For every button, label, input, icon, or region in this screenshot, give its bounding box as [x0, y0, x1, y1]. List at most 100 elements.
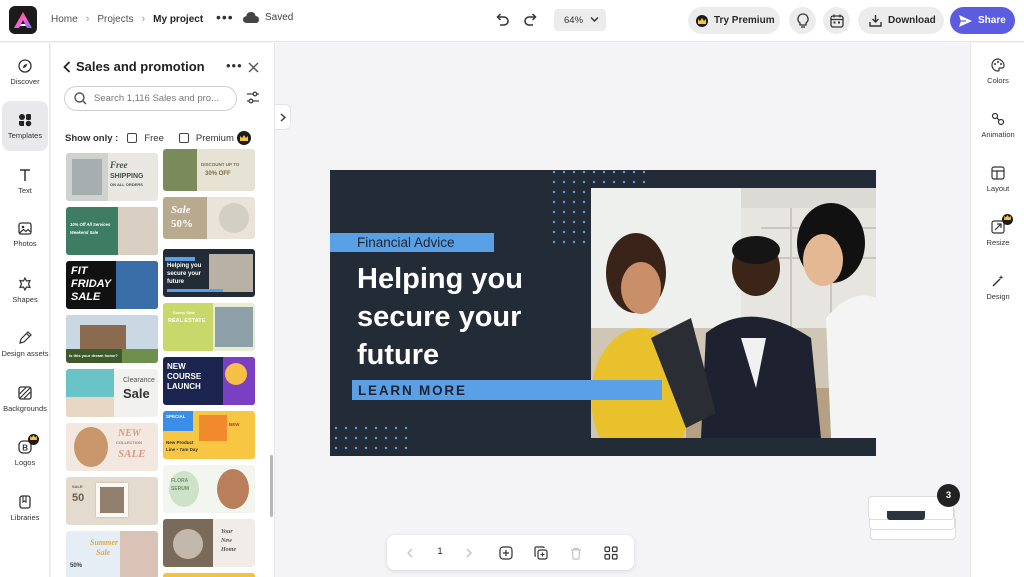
left-nav-rail: Discover Templates Text Photos Shapes De… — [0, 43, 50, 577]
template-thumbnail[interactable]: NEW COLLECTION SALE — [66, 423, 158, 471]
panel-more-icon[interactable]: ••• — [226, 58, 243, 73]
filter-sliders-icon[interactable] — [246, 91, 260, 104]
zoom-dropdown[interactable]: 64% — [554, 9, 606, 31]
panel-header: Sales and promotion — [63, 59, 205, 74]
design-cta-text[interactable]: LEARN MORE — [358, 383, 467, 398]
template-text: SALE — [71, 291, 101, 303]
template-thumbnail[interactable] — [163, 573, 255, 577]
template-thumbnail[interactable]: SALE 50 — [66, 477, 158, 525]
page-count-badge: 3 — [937, 484, 960, 507]
panel-scrollbar[interactable] — [270, 455, 273, 517]
template-text: Sale — [96, 548, 111, 557]
filter-premium[interactable]: Premium — [178, 131, 251, 145]
template-thumbnail[interactable]: 10% Off All Services Weekend Sale — [66, 207, 158, 255]
undo-icon[interactable] — [494, 11, 510, 32]
compass-icon — [18, 58, 32, 73]
rail-item-design-assets[interactable]: Design assets — [0, 319, 50, 369]
back-chevron-icon[interactable] — [63, 60, 71, 73]
design-headline[interactable]: Helping you secure your future — [357, 260, 587, 374]
rail-item-logos[interactable]: B Logos — [0, 428, 50, 478]
calendar-icon[interactable] — [823, 7, 850, 34]
design-canvas[interactable]: Financial Advice Helping you secure your… — [330, 170, 876, 456]
try-premium-label: Try Premium — [714, 15, 775, 26]
template-thumbnail[interactable]: Is this your dream home? — [66, 315, 158, 363]
zoom-value: 64% — [564, 14, 584, 26]
palette-icon — [991, 57, 1005, 72]
chevron-right-icon: › — [141, 13, 146, 25]
template-thumbnail[interactable]: FLORA SERUM — [163, 465, 255, 513]
panel-title: Sales and promotion — [76, 59, 205, 74]
rail-item-label: Design — [986, 291, 1010, 301]
rail-item-discover[interactable]: Discover — [0, 47, 50, 97]
template-thumbnail[interactable]: Sunny Side REAL ESTATE — [163, 303, 255, 351]
previous-page-icon[interactable] — [400, 544, 418, 562]
download-button[interactable]: Download — [858, 7, 944, 34]
template-text: SHIPPING — [110, 173, 144, 180]
template-thumbnail[interactable]: DISCOUNT UP TO 30% OFF — [163, 149, 255, 191]
close-icon[interactable] — [248, 62, 259, 73]
template-text: New — [221, 538, 232, 544]
template-thumbnail[interactable]: NEW COURSE LAUNCH — [163, 357, 255, 405]
redo-icon[interactable] — [523, 11, 539, 32]
breadcrumb: Home › Projects › My project — [51, 13, 203, 25]
rail-item-design[interactable]: Design — [971, 262, 1024, 312]
rail-item-text[interactable]: Text — [0, 156, 50, 206]
template-thumbnail[interactable]: Helping you secure your future — [163, 249, 255, 297]
dot-pattern-top — [552, 170, 646, 244]
try-premium-button[interactable]: Try Premium — [688, 7, 780, 34]
template-text: SALE — [72, 484, 83, 489]
rail-item-label: Text — [18, 185, 32, 195]
template-text: 50% — [70, 563, 83, 569]
duplicate-page-icon[interactable] — [532, 544, 550, 562]
rail-item-colors[interactable]: Colors — [971, 46, 1024, 96]
search-input[interactable] — [94, 93, 229, 104]
filter-free[interactable]: Free — [127, 133, 164, 144]
breadcrumb-home[interactable]: Home — [51, 14, 78, 25]
template-thumbnail[interactable]: SPECIAL NEW New Product Line • 7am Day — [163, 411, 255, 459]
template-thumbnail[interactable]: FIT FRIDAY SALE — [66, 261, 158, 309]
template-text: Sale — [171, 204, 191, 216]
text-icon — [20, 168, 30, 181]
templates-panel: Sales and promotion ••• Show only : Free… — [51, 43, 275, 577]
rail-item-shapes[interactable]: Shapes — [0, 265, 50, 315]
rail-item-animation[interactable]: Animation — [971, 100, 1024, 150]
libraries-icon — [19, 494, 31, 509]
rail-item-templates[interactable]: Templates — [2, 101, 48, 151]
rail-item-label: Logos — [14, 457, 36, 467]
premium-checkbox[interactable] — [178, 133, 189, 143]
rail-item-backgrounds[interactable]: Backgrounds — [0, 374, 50, 424]
lightbulb-icon[interactable] — [789, 7, 816, 34]
rail-item-label: Layout — [986, 183, 1010, 193]
rail-item-resize[interactable]: Resize — [971, 208, 1024, 258]
rail-item-label: Animation — [981, 129, 1015, 139]
grid-view-icon[interactable] — [602, 544, 620, 562]
breadcrumb-projects[interactable]: Projects — [97, 14, 133, 25]
breadcrumb-current[interactable]: My project — [153, 14, 203, 25]
rail-item-layout[interactable]: Layout — [971, 154, 1024, 204]
add-page-icon[interactable] — [497, 544, 515, 562]
delete-page-icon[interactable] — [567, 544, 585, 562]
template-thumbnail[interactable]: Sale 50% — [163, 197, 255, 239]
free-checkbox[interactable] — [127, 133, 138, 143]
template-text: SPECIAL — [166, 414, 186, 419]
rail-item-label: Templates — [7, 130, 43, 140]
design-tag-text[interactable]: Financial Advice — [357, 235, 455, 250]
rail-item-photos[interactable]: Photos — [0, 210, 50, 260]
rail-item-libraries[interactable]: Libraries — [0, 483, 50, 533]
rail-item-label: Discover — [10, 76, 40, 86]
template-thumbnail[interactable]: Summer Sale 50% — [66, 531, 158, 577]
template-thumbnail[interactable]: Your New Home — [163, 519, 255, 567]
collapse-panel-button[interactable] — [275, 104, 291, 130]
design-assets-icon — [19, 330, 32, 344]
more-options-icon[interactable]: ••• — [216, 9, 234, 25]
template-thumbnail[interactable]: Clearance Sale — [66, 369, 158, 417]
next-page-icon[interactable] — [460, 544, 478, 562]
template-text: Line • 7am Day — [166, 447, 198, 452]
template-text: FLORA — [171, 478, 189, 484]
template-thumbnail[interactable]: Free SHIPPING ON ALL ORDERS — [66, 153, 158, 201]
send-icon — [959, 14, 972, 27]
adobe-express-logo[interactable] — [9, 6, 37, 34]
share-button[interactable]: Share — [950, 7, 1015, 34]
search-field[interactable] — [64, 86, 237, 111]
dot-pattern-bottom — [334, 426, 408, 450]
